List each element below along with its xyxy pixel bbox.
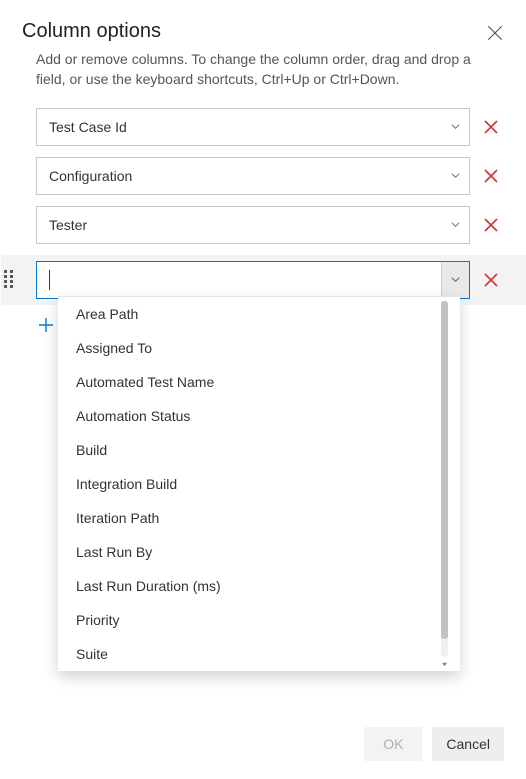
dropdown-list: Area Path Assigned To Automated Test Nam… (58, 297, 450, 671)
dropdown-toggle[interactable] (441, 262, 469, 298)
close-icon (486, 24, 504, 42)
dropdown-scrollbar[interactable] (441, 301, 448, 657)
drag-handle[interactable] (4, 270, 16, 290)
dropdown-option[interactable]: Integration Build (58, 467, 450, 501)
dialog-description: Add or remove columns. To change the col… (22, 49, 504, 90)
remove-icon (483, 217, 499, 233)
dialog-footer: OK Cancel (364, 727, 504, 761)
column-value: Configuration (49, 168, 441, 184)
dropdown-option[interactable]: Iteration Path (58, 501, 450, 535)
column-row[interactable]: Tester (36, 206, 504, 244)
dialog-title: Column options (22, 20, 161, 43)
chevron-down-icon (450, 121, 461, 132)
dialog-header: Column options (22, 20, 504, 43)
scrollbar-thumb[interactable] (441, 301, 448, 639)
remove-column-button[interactable] (478, 217, 504, 233)
dropdown-toggle[interactable] (441, 109, 469, 145)
column-value: Tester (49, 217, 441, 233)
column-field[interactable]: Configuration (36, 157, 470, 195)
dropdown-option[interactable]: Last Run By (58, 535, 450, 569)
column-list: Test Case Id Configuration Tes (22, 108, 504, 305)
column-input[interactable] (49, 262, 441, 298)
dropdown-option[interactable]: Suite (58, 637, 450, 671)
dropdown-option[interactable]: Last Run Duration (ms) (58, 569, 450, 603)
dropdown-option[interactable]: Automated Test Name (58, 365, 450, 399)
column-row[interactable]: Test Case Id (36, 108, 504, 146)
remove-column-button[interactable] (478, 168, 504, 184)
chevron-down-icon (450, 219, 461, 230)
remove-icon (483, 119, 499, 135)
remove-icon (483, 168, 499, 184)
dropdown-option[interactable]: Priority (58, 603, 450, 637)
ok-button[interactable]: OK (364, 727, 422, 761)
column-dropdown: Area Path Assigned To Automated Test Nam… (58, 296, 460, 671)
dropdown-toggle[interactable] (441, 158, 469, 194)
scroll-down-icon (440, 660, 449, 669)
remove-icon (483, 272, 499, 288)
plus-icon (38, 317, 54, 333)
column-field[interactable]: Test Case Id (36, 108, 470, 146)
column-options-dialog: Column options Add or remove columns. To… (0, 0, 526, 779)
chevron-down-icon (450, 274, 461, 285)
remove-column-button[interactable] (478, 272, 504, 288)
dropdown-option[interactable]: Automation Status (58, 399, 450, 433)
chevron-down-icon (450, 170, 461, 181)
column-field-active[interactable] (36, 261, 470, 299)
dropdown-option[interactable]: Area Path (58, 297, 450, 331)
dropdown-toggle[interactable] (441, 207, 469, 243)
column-field[interactable]: Tester (36, 206, 470, 244)
cancel-button[interactable]: Cancel (432, 727, 504, 761)
dropdown-option[interactable]: Build (58, 433, 450, 467)
remove-column-button[interactable] (478, 119, 504, 135)
close-button[interactable] (486, 24, 504, 42)
column-value: Test Case Id (49, 119, 441, 135)
dropdown-option[interactable]: Assigned To (58, 331, 450, 365)
column-row[interactable]: Configuration (36, 157, 504, 195)
add-column-button[interactable] (36, 315, 56, 335)
